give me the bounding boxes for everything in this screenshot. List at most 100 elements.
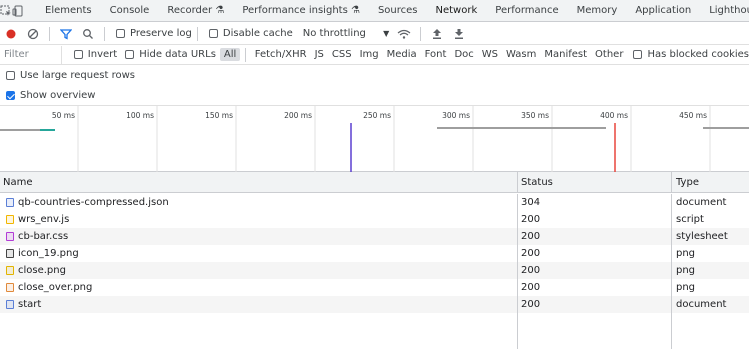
inspect-element-icon[interactable] xyxy=(0,0,12,21)
preserve-log-checkbox[interactable] xyxy=(116,29,125,38)
table-row[interactable]: qb-countries-compressed.json 304 documen… xyxy=(0,194,749,211)
overview-chart[interactable]: 50 ms 100 ms 150 ms 200 ms 250 ms 300 ms 350 m… xyxy=(0,106,749,172)
divider xyxy=(49,26,50,41)
filter-input[interactable]: Filter xyxy=(0,45,62,64)
filter-type-ws[interactable]: WS xyxy=(478,48,502,61)
tab-network[interactable]: Network xyxy=(426,0,487,21)
tick-label: 200 ms xyxy=(284,111,312,120)
tab-performance[interactable]: Performance xyxy=(486,0,567,21)
cell-name: start xyxy=(0,296,518,313)
image-icon xyxy=(6,283,14,292)
request-name: close.png xyxy=(18,265,66,276)
filter-type-fetch-xhr[interactable]: Fetch/XHR xyxy=(251,48,311,61)
column-header-type[interactable]: Type xyxy=(672,172,749,192)
cell-status: 200 xyxy=(518,296,672,313)
divider xyxy=(104,26,105,41)
document-icon xyxy=(6,198,14,207)
cell-name: close_over.png xyxy=(0,279,518,296)
tab-recorder[interactable]: Recorder ⚗ xyxy=(158,0,233,21)
table-row[interactable]: cb-bar.css 200 stylesheet xyxy=(0,228,749,245)
filter-type-doc[interactable]: Doc xyxy=(450,48,477,61)
network-overview[interactable]: 50 ms 100 ms 150 ms 200 ms 250 ms 300 ms 350 m… xyxy=(0,106,749,172)
preserve-log-label[interactable]: Preserve log xyxy=(130,28,192,39)
cell-type: document xyxy=(676,197,727,208)
cell-status: 200 xyxy=(518,211,672,228)
filter-type-css[interactable]: CSS xyxy=(328,48,356,61)
clear-button[interactable] xyxy=(22,23,44,44)
cell-name: close.png xyxy=(0,262,518,279)
filter-type-font[interactable]: Font xyxy=(421,48,451,61)
filter-type-wasm[interactable]: Wasm xyxy=(502,48,540,61)
search-button[interactable] xyxy=(77,23,99,44)
request-name: icon_19.png xyxy=(18,248,79,259)
tab-memory[interactable]: Memory xyxy=(568,0,627,21)
stylesheet-icon xyxy=(6,232,14,241)
cell-type: png xyxy=(676,248,696,259)
disable-cache-checkbox[interactable] xyxy=(208,29,218,38)
tick-label: 100 ms xyxy=(126,111,154,120)
tick-label: 400 ms xyxy=(600,111,628,120)
cell-type: document xyxy=(676,299,727,310)
throttling-select[interactable]: No throttling ▼ xyxy=(303,28,389,39)
large-rows-label[interactable]: Use large request rows xyxy=(20,70,135,81)
cell-type: script xyxy=(676,214,704,225)
request-name: wrs_env.js xyxy=(18,214,70,225)
divider xyxy=(420,26,422,41)
large-rows-checkbox[interactable] xyxy=(6,71,15,80)
table-row[interactable]: wrs_env.js 200 script xyxy=(0,211,749,228)
filter-type-img[interactable]: Img xyxy=(356,48,383,61)
image-icon xyxy=(6,249,14,258)
tick-label: 300 ms xyxy=(442,111,470,120)
request-table-body: qb-countries-compressed.json 304 documen… xyxy=(0,194,749,313)
tab-sources[interactable]: Sources xyxy=(369,0,427,21)
tab-console[interactable]: Console xyxy=(101,0,159,21)
filter-type-manifest[interactable]: Manifest xyxy=(540,48,591,61)
image-icon xyxy=(6,266,14,275)
request-table-header: Name Status Type xyxy=(0,172,749,193)
filter-type-js[interactable]: JS xyxy=(311,48,328,61)
column-divider xyxy=(517,313,518,349)
cell-type: png xyxy=(676,265,696,276)
show-overview-label[interactable]: Show overview xyxy=(20,90,96,101)
filter-type-other[interactable]: Other xyxy=(591,48,627,61)
record-button[interactable] xyxy=(0,23,22,44)
column-header-name[interactable]: Name xyxy=(0,172,518,192)
filter-type-all[interactable]: All xyxy=(219,48,241,61)
tick-label: 350 ms xyxy=(521,111,549,120)
large-rows-option: Use large request rows xyxy=(0,66,749,85)
network-conditions-button[interactable] xyxy=(393,23,415,44)
request-name: start xyxy=(18,299,42,310)
column-header-status[interactable]: Status xyxy=(518,172,672,192)
hide-data-urls-checkbox[interactable] xyxy=(125,50,135,59)
has-blocked-cookies-label[interactable]: Has blocked cookies xyxy=(647,49,749,60)
show-overview-checkbox[interactable] xyxy=(6,91,15,100)
cell-type: png xyxy=(676,282,696,293)
filter-button[interactable] xyxy=(55,23,77,44)
has-blocked-cookies-checkbox[interactable] xyxy=(633,50,643,59)
flask-icon: ⚗ xyxy=(350,4,360,16)
show-overview-option: Show overview xyxy=(0,86,749,106)
cell-status: 304 xyxy=(518,194,672,211)
request-name: close_over.png xyxy=(18,282,93,293)
table-row[interactable]: close_over.png 200 png xyxy=(0,279,749,296)
table-row[interactable]: icon_19.png 200 png xyxy=(0,245,749,262)
device-toolbar-icon[interactable] xyxy=(12,0,24,21)
throttling-value: No throttling xyxy=(302,28,366,39)
divider xyxy=(196,26,198,41)
hide-data-urls-label[interactable]: Hide data URLs xyxy=(139,49,216,60)
import-har-button[interactable] xyxy=(426,23,448,44)
invert-checkbox[interactable] xyxy=(73,50,83,59)
table-row[interactable]: start 200 document xyxy=(0,296,749,313)
filter-type-media[interactable]: Media xyxy=(383,48,421,61)
tab-application[interactable]: Application xyxy=(626,0,700,21)
tab-performance-insights[interactable]: Performance insights ⚗ xyxy=(233,0,369,21)
table-row[interactable]: close.png 200 png xyxy=(0,262,749,279)
filter-icon xyxy=(60,28,72,40)
tab-lighthouse[interactable]: Lighthouse xyxy=(700,0,749,21)
tab-performance-insights-label: Performance insights xyxy=(242,4,348,16)
tab-elements[interactable]: Elements xyxy=(36,0,101,21)
invert-label[interactable]: Invert xyxy=(88,49,117,60)
tick-label: 450 ms xyxy=(679,111,707,120)
export-har-button[interactable] xyxy=(448,23,470,44)
disable-cache-label[interactable]: Disable cache xyxy=(223,28,293,39)
